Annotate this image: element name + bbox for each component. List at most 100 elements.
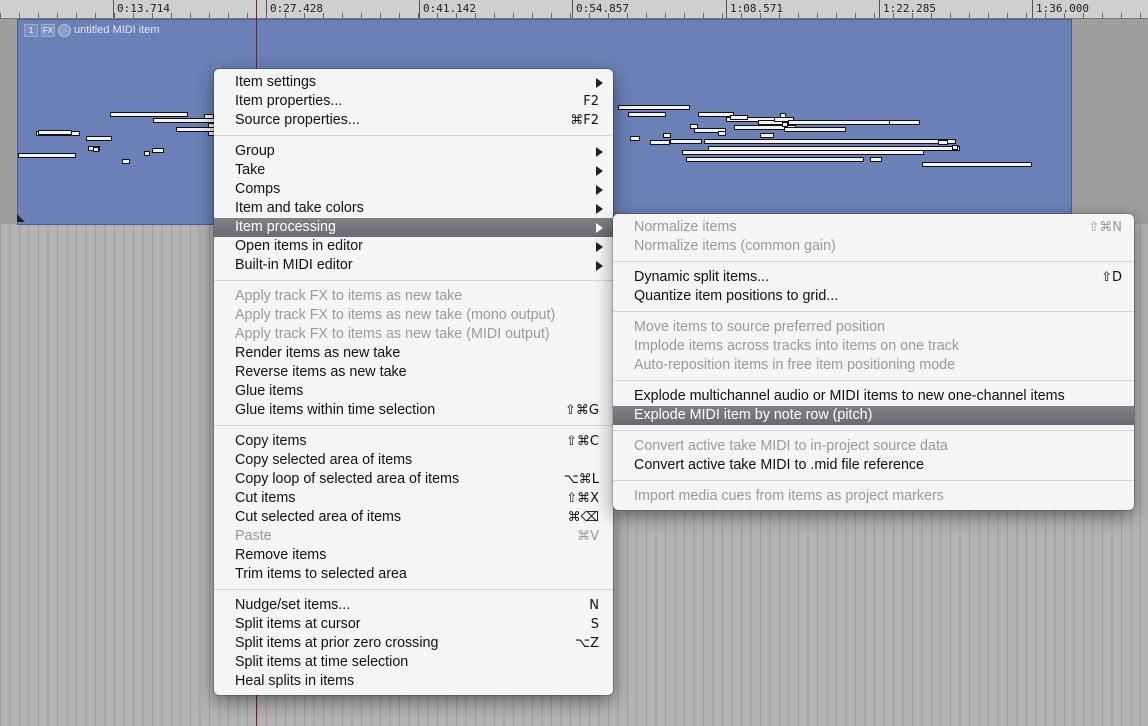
menu-item-settings[interactable]: Item settings (214, 73, 613, 92)
menu-builtin-midi-editor[interactable]: Built-in MIDI editor (214, 256, 613, 275)
menu-copy-selected-area[interactable]: Copy selected area of items (214, 451, 613, 470)
midi-note[interactable] (110, 112, 188, 117)
menu-take[interactable]: Take (214, 161, 613, 180)
menu-nudge-set[interactable]: Nudge/set items... N (214, 596, 613, 615)
midi-note[interactable] (780, 113, 786, 118)
item-number-badge[interactable]: 1 (24, 23, 38, 37)
menu-cut-selected-area[interactable]: Cut selected area of items ⌘⌫ (214, 508, 613, 527)
ruler-minor-tick (589, 13, 590, 18)
ruler-minor-tick (551, 13, 552, 18)
ruler-minor-tick (722, 13, 723, 18)
midi-note[interactable] (952, 145, 958, 150)
midi-note[interactable] (670, 139, 702, 144)
menu-dynamic-split[interactable]: Dynamic split items... ⇧D (613, 268, 1134, 287)
midi-note[interactable] (704, 139, 956, 144)
ruler-minor-tick (57, 13, 58, 18)
submenu-arrow-icon (596, 166, 603, 176)
ruler-tick: 1:08.571 (726, 0, 783, 18)
midi-note[interactable] (618, 105, 690, 110)
submenu-arrow-icon (596, 261, 603, 271)
ruler-minor-tick (475, 13, 476, 18)
menu-remove-items[interactable]: Remove items (214, 546, 613, 565)
midi-note[interactable] (122, 159, 130, 164)
menu-source-properties[interactable]: Source properties... ⌘F2 (214, 111, 613, 130)
menu-open-in-editor[interactable]: Open items in editor (214, 237, 613, 256)
midi-note[interactable] (86, 136, 112, 141)
ruler-minor-tick (1007, 13, 1008, 18)
menu-comps[interactable]: Comps (214, 180, 613, 199)
ruler-minor-tick (931, 13, 932, 18)
menu-item-take-colors[interactable]: Item and take colors (214, 199, 613, 218)
ruler-minor-tick (399, 13, 400, 18)
ruler-minor-tick (323, 13, 324, 18)
menu-glue-time-selection[interactable]: Glue items within time selection ⇧⌘G (214, 401, 613, 420)
menu-split-cursor[interactable]: Split items at cursor S (214, 615, 613, 634)
ruler-minor-tick (1102, 13, 1103, 18)
ruler-minor-tick (76, 13, 77, 18)
ruler-minor-tick (950, 13, 951, 18)
menu-cut-items[interactable]: Cut items ⇧⌘X (214, 489, 613, 508)
menu-trim-items[interactable]: Trim items to selected area (214, 565, 613, 584)
menu-explode-midi-pitch[interactable]: Explode MIDI item by note row (pitch) (613, 406, 1134, 425)
item-fx-button[interactable]: FX (41, 23, 55, 37)
item-header: 1 FX untitled MIDI item (24, 23, 160, 37)
menu-copy-loop[interactable]: Copy loop of selected area of items ⌥⌘L (214, 470, 613, 489)
midi-note[interactable] (18, 153, 76, 158)
midi-note[interactable] (788, 120, 890, 125)
item-resize-handle[interactable] (17, 214, 25, 222)
menu-separator (214, 589, 613, 590)
midi-note[interactable] (718, 131, 726, 136)
midi-note[interactable] (682, 150, 924, 155)
menu-glue-items[interactable]: Glue items (214, 382, 613, 401)
timeline-ruler[interactable]: 0:13.714 0:27.428 0:41.142 0:54.857 1:08… (0, 0, 1148, 19)
item-mute-icon[interactable] (58, 23, 71, 37)
ruler-minor-tick (703, 13, 704, 18)
midi-note[interactable] (730, 115, 748, 120)
menu-group[interactable]: Group (214, 142, 613, 161)
midi-note[interactable] (152, 148, 164, 153)
ruler-minor-tick (798, 13, 799, 18)
ruler-tick: 0:13.714 (113, 0, 170, 18)
menu-normalize-common-gain: Normalize items (common gain) (634, 238, 836, 254)
midi-note[interactable] (93, 147, 99, 152)
menu-import-media-cues: Import media cues from items as project … (634, 488, 944, 504)
menu-split-time-selection[interactable]: Split items at time selection (214, 653, 613, 672)
midi-note[interactable] (204, 114, 214, 119)
midi-note[interactable] (686, 157, 864, 162)
midi-note[interactable] (630, 136, 640, 141)
menu-separator (613, 380, 1134, 381)
ruler-minor-tick (665, 13, 666, 18)
menu-reverse-new-take[interactable]: Reverse items as new take (214, 363, 613, 382)
ruler-minor-tick (209, 13, 210, 18)
midi-note[interactable] (784, 127, 846, 132)
menu-split-zero-crossing[interactable]: Split items at prior zero crossing ⌥Z (214, 634, 613, 653)
menu-quantize-grid[interactable]: Quantize item positions to grid... (613, 287, 1134, 306)
menu-item-properties[interactable]: Item properties... F2 (214, 92, 613, 111)
menu-copy-items[interactable]: Copy items ⇧⌘C (214, 432, 613, 451)
midi-note[interactable] (650, 140, 670, 145)
menu-item-processing[interactable]: Item processing (214, 218, 613, 237)
ruler-minor-tick (1026, 13, 1027, 18)
ruler-minor-tick (171, 13, 172, 18)
ruler-minor-tick (912, 13, 913, 18)
ruler-tick: 0:27.428 (266, 0, 323, 18)
midi-note[interactable] (628, 112, 666, 117)
midi-note[interactable] (870, 157, 882, 162)
midi-note[interactable] (922, 162, 1032, 167)
ruler-tick: 1:36.000 (1032, 0, 1089, 18)
menu-explode-multichannel[interactable]: Explode multichannel audio or MIDI items… (613, 387, 1134, 406)
menu-convert-mid-reference[interactable]: Convert active take MIDI to .mid file re… (613, 456, 1134, 475)
ruler-minor-tick (152, 13, 153, 18)
menu-heal-splits[interactable]: Heal splits in items (214, 672, 613, 691)
midi-note[interactable] (38, 130, 72, 135)
midi-note[interactable] (663, 133, 671, 138)
ruler-minor-tick (1083, 13, 1084, 18)
ruler-minor-tick (456, 13, 457, 18)
ruler-minor-tick (760, 13, 761, 18)
midi-note[interactable] (938, 140, 948, 145)
menu-render-new-take[interactable]: Render items as new take (214, 344, 613, 363)
ruler-minor-tick (228, 13, 229, 18)
midi-note[interactable] (760, 133, 774, 138)
midi-note[interactable] (144, 151, 150, 156)
ruler-tick: 0:54.857 (572, 0, 629, 18)
